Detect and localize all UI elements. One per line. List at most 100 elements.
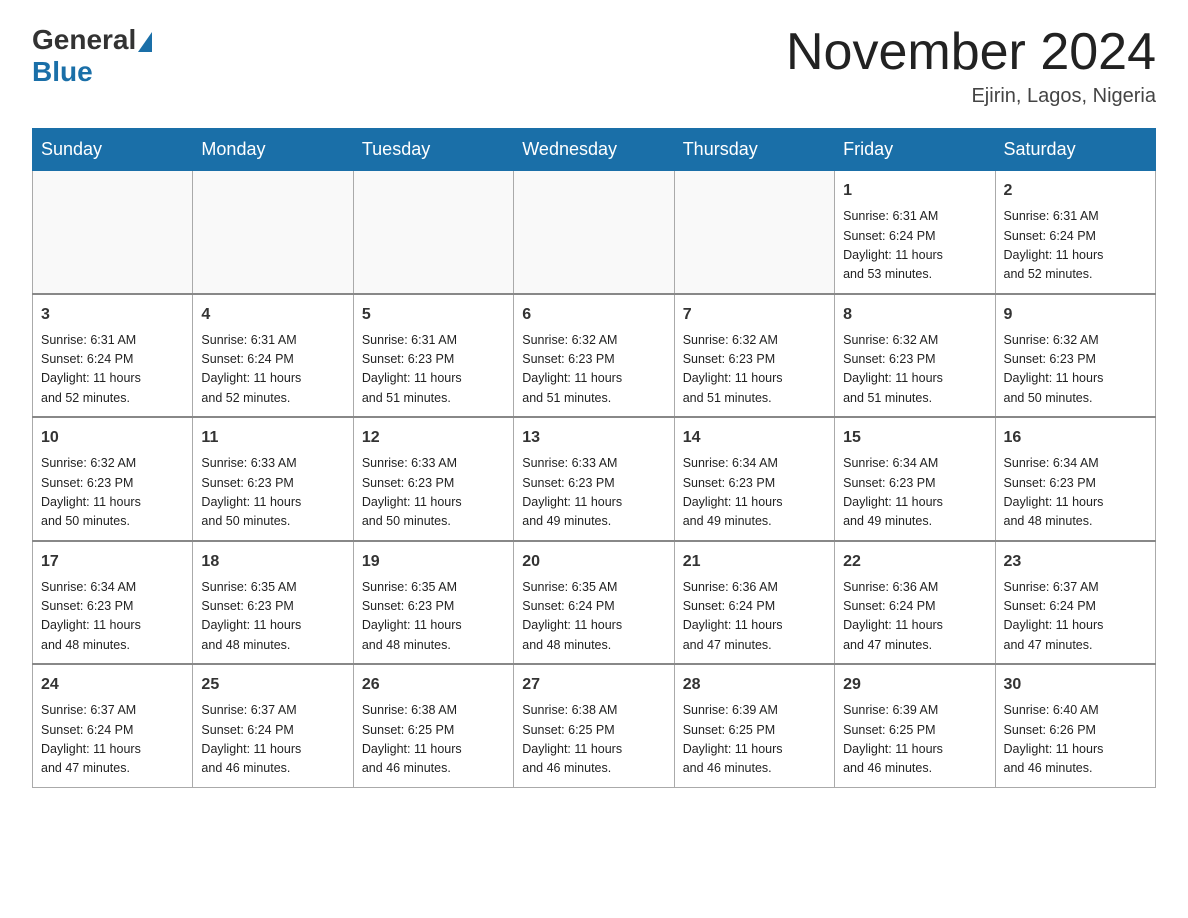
calendar-cell: 9 Sunrise: 6:32 AMSunset: 6:23 PMDaylight… <box>995 294 1155 418</box>
weekday-header-tuesday: Tuesday <box>353 129 513 171</box>
calendar-cell <box>514 171 674 294</box>
day-info: Sunrise: 6:35 AMSunset: 6:23 PMDaylight:… <box>201 578 344 656</box>
calendar-cell: 10 Sunrise: 6:32 AMSunset: 6:23 PMDayligh… <box>33 417 193 541</box>
day-number: 10 <box>41 426 184 450</box>
day-number: 5 <box>362 303 505 327</box>
week-row-4: 17 Sunrise: 6:34 AMSunset: 6:23 PMDayligh… <box>33 541 1156 665</box>
day-number: 12 <box>362 426 505 450</box>
calendar-cell: 17 Sunrise: 6:34 AMSunset: 6:23 PMDayligh… <box>33 541 193 665</box>
day-number: 30 <box>1004 673 1147 697</box>
day-info: Sunrise: 6:33 AMSunset: 6:23 PMDaylight:… <box>522 454 665 532</box>
day-info: Sunrise: 6:32 AMSunset: 6:23 PMDaylight:… <box>522 331 665 409</box>
calendar-cell: 15 Sunrise: 6:34 AMSunset: 6:23 PMDayligh… <box>835 417 995 541</box>
weekday-header-sunday: Sunday <box>33 129 193 171</box>
day-number: 23 <box>1004 550 1147 574</box>
page-header: General Blue November 2024 Ejirin, Lagos… <box>32 24 1156 108</box>
day-info: Sunrise: 6:36 AMSunset: 6:24 PMDaylight:… <box>683 578 826 656</box>
day-info: Sunrise: 6:32 AMSunset: 6:23 PMDaylight:… <box>1004 331 1147 409</box>
weekday-header-thursday: Thursday <box>674 129 834 171</box>
day-info: Sunrise: 6:37 AMSunset: 6:24 PMDaylight:… <box>41 701 184 779</box>
logo-general-text: General <box>32 24 136 56</box>
calendar-cell: 6 Sunrise: 6:32 AMSunset: 6:23 PMDaylight… <box>514 294 674 418</box>
day-info: Sunrise: 6:31 AMSunset: 6:24 PMDaylight:… <box>1004 207 1147 285</box>
day-info: Sunrise: 6:37 AMSunset: 6:24 PMDaylight:… <box>1004 578 1147 656</box>
day-number: 8 <box>843 303 986 327</box>
weekday-header-saturday: Saturday <box>995 129 1155 171</box>
day-number: 7 <box>683 303 826 327</box>
day-info: Sunrise: 6:34 AMSunset: 6:23 PMDaylight:… <box>843 454 986 532</box>
day-info: Sunrise: 6:34 AMSunset: 6:23 PMDaylight:… <box>41 578 184 656</box>
week-row-1: 1 Sunrise: 6:31 AMSunset: 6:24 PMDaylight… <box>33 171 1156 294</box>
day-number: 15 <box>843 426 986 450</box>
day-info: Sunrise: 6:31 AMSunset: 6:24 PMDaylight:… <box>201 331 344 409</box>
day-info: Sunrise: 6:31 AMSunset: 6:24 PMDaylight:… <box>41 331 184 409</box>
day-info: Sunrise: 6:35 AMSunset: 6:24 PMDaylight:… <box>522 578 665 656</box>
day-number: 27 <box>522 673 665 697</box>
day-info: Sunrise: 6:33 AMSunset: 6:23 PMDaylight:… <box>362 454 505 532</box>
day-number: 11 <box>201 426 344 450</box>
day-info: Sunrise: 6:39 AMSunset: 6:25 PMDaylight:… <box>683 701 826 779</box>
calendar-cell: 8 Sunrise: 6:32 AMSunset: 6:23 PMDaylight… <box>835 294 995 418</box>
day-number: 19 <box>362 550 505 574</box>
weekday-header-row: SundayMondayTuesdayWednesdayThursdayFrid… <box>33 129 1156 171</box>
day-number: 25 <box>201 673 344 697</box>
day-number: 17 <box>41 550 184 574</box>
location-text: Ejirin, Lagos, Nigeria <box>786 85 1156 108</box>
calendar-cell: 30Sunrise: 6:40 AMSunset: 6:26 PMDayligh… <box>995 664 1155 787</box>
calendar-cell: 27 Sunrise: 6:38 AMSunset: 6:25 PMDayligh… <box>514 664 674 787</box>
day-number: 1 <box>843 179 986 203</box>
calendar-cell: 1 Sunrise: 6:31 AMSunset: 6:24 PMDaylight… <box>835 171 995 294</box>
calendar-cell: 2 Sunrise: 6:31 AMSunset: 6:24 PMDaylight… <box>995 171 1155 294</box>
calendar-cell: 4 Sunrise: 6:31 AMSunset: 6:24 PMDaylight… <box>193 294 353 418</box>
calendar-cell: 19Sunrise: 6:35 AMSunset: 6:23 PMDayligh… <box>353 541 513 665</box>
day-info: Sunrise: 6:31 AMSunset: 6:24 PMDaylight:… <box>843 207 986 285</box>
calendar-cell: 5 Sunrise: 6:31 AMSunset: 6:23 PMDaylight… <box>353 294 513 418</box>
day-info: Sunrise: 6:32 AMSunset: 6:23 PMDaylight:… <box>683 331 826 409</box>
calendar-cell: 3 Sunrise: 6:31 AMSunset: 6:24 PMDaylight… <box>33 294 193 418</box>
calendar-cell: 24 Sunrise: 6:37 AMSunset: 6:24 PMDayligh… <box>33 664 193 787</box>
day-info: Sunrise: 6:38 AMSunset: 6:25 PMDaylight:… <box>522 701 665 779</box>
calendar-cell: 22Sunrise: 6:36 AMSunset: 6:24 PMDayligh… <box>835 541 995 665</box>
day-info: Sunrise: 6:32 AMSunset: 6:23 PMDaylight:… <box>41 454 184 532</box>
day-number: 3 <box>41 303 184 327</box>
title-block: November 2024 Ejirin, Lagos, Nigeria <box>786 24 1156 108</box>
week-row-3: 10 Sunrise: 6:32 AMSunset: 6:23 PMDayligh… <box>33 417 1156 541</box>
logo-blue-text: Blue <box>32 56 93 88</box>
day-info: Sunrise: 6:34 AMSunset: 6:23 PMDaylight:… <box>1004 454 1147 532</box>
day-info: Sunrise: 6:31 AMSunset: 6:23 PMDaylight:… <box>362 331 505 409</box>
logo: General Blue <box>32 24 154 88</box>
day-number: 14 <box>683 426 826 450</box>
calendar-cell: 20Sunrise: 6:35 AMSunset: 6:24 PMDayligh… <box>514 541 674 665</box>
calendar-cell <box>674 171 834 294</box>
day-number: 2 <box>1004 179 1147 203</box>
week-row-2: 3 Sunrise: 6:31 AMSunset: 6:24 PMDaylight… <box>33 294 1156 418</box>
calendar-cell: 21 Sunrise: 6:36 AMSunset: 6:24 PMDayligh… <box>674 541 834 665</box>
day-number: 24 <box>41 673 184 697</box>
day-number: 29 <box>843 673 986 697</box>
day-info: Sunrise: 6:36 AMSunset: 6:24 PMDaylight:… <box>843 578 986 656</box>
day-info: Sunrise: 6:34 AMSunset: 6:23 PMDaylight:… <box>683 454 826 532</box>
day-number: 28 <box>683 673 826 697</box>
calendar-cell <box>353 171 513 294</box>
weekday-header-monday: Monday <box>193 129 353 171</box>
day-info: Sunrise: 6:39 AMSunset: 6:25 PMDaylight:… <box>843 701 986 779</box>
calendar-cell: 29 Sunrise: 6:39 AMSunset: 6:25 PMDayligh… <box>835 664 995 787</box>
day-info: Sunrise: 6:32 AMSunset: 6:23 PMDaylight:… <box>843 331 986 409</box>
calendar-cell: 23 Sunrise: 6:37 AMSunset: 6:24 PMDayligh… <box>995 541 1155 665</box>
calendar-cell: 13Sunrise: 6:33 AMSunset: 6:23 PMDayligh… <box>514 417 674 541</box>
calendar-cell: 26 Sunrise: 6:38 AMSunset: 6:25 PMDayligh… <box>353 664 513 787</box>
week-row-5: 24 Sunrise: 6:37 AMSunset: 6:24 PMDayligh… <box>33 664 1156 787</box>
day-number: 21 <box>683 550 826 574</box>
calendar-cell: 18Sunrise: 6:35 AMSunset: 6:23 PMDayligh… <box>193 541 353 665</box>
day-info: Sunrise: 6:38 AMSunset: 6:25 PMDaylight:… <box>362 701 505 779</box>
day-number: 26 <box>362 673 505 697</box>
day-number: 9 <box>1004 303 1147 327</box>
calendar-cell <box>33 171 193 294</box>
month-title: November 2024 <box>786 24 1156 81</box>
day-number: 6 <box>522 303 665 327</box>
calendar-cell: 7 Sunrise: 6:32 AMSunset: 6:23 PMDaylight… <box>674 294 834 418</box>
weekday-header-friday: Friday <box>835 129 995 171</box>
day-number: 4 <box>201 303 344 327</box>
weekday-header-wednesday: Wednesday <box>514 129 674 171</box>
day-info: Sunrise: 6:33 AMSunset: 6:23 PMDaylight:… <box>201 454 344 532</box>
